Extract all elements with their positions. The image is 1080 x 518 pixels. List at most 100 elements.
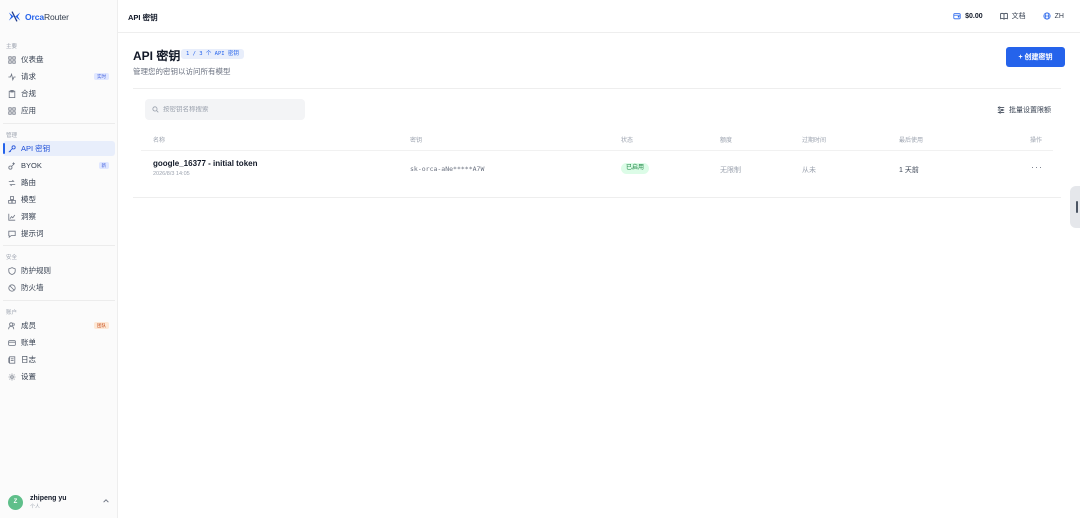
bulk-limit-button[interactable]: 批量设置限额 <box>997 105 1051 115</box>
sidebar-item-logs[interactable]: 日志 <box>3 352 115 367</box>
key-name: google_16377 - initial token <box>153 159 258 168</box>
avatar: Z <box>8 494 23 510</box>
sidebar-item-label: 合规 <box>21 89 36 98</box>
sidebar-item-models[interactable]: 模型 <box>3 192 115 207</box>
sidebar-item-compliance[interactable]: 合规 <box>3 86 115 101</box>
api-keys-table-card: 批量设置限额 名称 密钥 状态 额度 过期时间 最后使用 操作 google_1… <box>133 88 1061 198</box>
sidebar-item-apps[interactable]: 应用 <box>3 103 115 118</box>
sidebar-item-label: 洞察 <box>21 212 36 221</box>
sidebar-divider <box>3 245 115 246</box>
sliders-icon <box>997 106 1005 114</box>
message-icon <box>7 229 16 238</box>
clipboard-icon <box>7 89 16 98</box>
table-row-separator <box>141 150 1053 151</box>
column-header-actions: 操作 <box>1030 138 1043 144</box>
key-limit: 无限制 <box>720 167 741 174</box>
sidebar-item-label: 提示词 <box>21 229 44 238</box>
section-label-account: 账户 <box>6 310 18 316</box>
sidebar-item-label: 成员 <box>21 321 36 330</box>
key-icon <box>7 144 16 153</box>
page-title: API 密钥 <box>133 49 181 63</box>
shield-icon <box>7 266 16 275</box>
key-expiry: 从未 <box>802 167 816 174</box>
sidebar-item-insights[interactable]: 洞察 <box>3 209 115 224</box>
bulk-limit-label: 批量设置限额 <box>1009 107 1051 114</box>
team-badge: 团队 <box>94 322 109 329</box>
user-name: zhipeng yu <box>30 494 67 502</box>
live-badge: 实时 <box>94 73 109 80</box>
column-header-key: 密钥 <box>410 138 423 144</box>
key-last-used: 1 天前 <box>899 167 919 174</box>
cubes-icon <box>7 195 16 204</box>
language-switcher[interactable]: ZH <box>1043 12 1064 20</box>
scroll-icon <box>7 355 16 364</box>
sidebar-item-firewall[interactable]: 防火墙 <box>3 280 115 295</box>
create-key-button[interactable]: + 创建密钥 <box>1006 47 1065 67</box>
sidebar-item-requests[interactable]: 请求 实时 <box>3 69 115 84</box>
sidebar-item-label: 应用 <box>21 106 36 115</box>
sidebar-item-byok[interactable]: BYOK 新 <box>3 158 115 173</box>
key-plus-icon <box>7 161 16 170</box>
column-header-last-used: 最后使用 <box>899 138 924 144</box>
sidebar-item-label: 账单 <box>21 338 36 347</box>
sidebar-item-label: BYOK <box>21 161 42 170</box>
docs-link[interactable]: 文档 <box>999 11 1026 21</box>
orca-logo-icon <box>8 11 21 22</box>
chevron-up-icon[interactable] <box>102 497 110 505</box>
column-header-limit: 额度 <box>720 138 733 144</box>
sidebar-item-api-keys[interactable]: API 密钥 <box>3 141 115 156</box>
sidebar-divider <box>3 300 115 301</box>
search-input[interactable] <box>163 106 303 113</box>
balance-amount: $0.00 <box>965 12 983 20</box>
top-actions: $0.00 文档 ZH <box>953 11 1064 21</box>
section-label-manage: 管理 <box>6 133 18 139</box>
gear-icon <box>7 372 16 381</box>
key-created-date: 2026/8/3 14:05 <box>153 171 190 177</box>
sidebar-item-label: 请求 <box>21 72 36 81</box>
row-actions-menu[interactable]: ··· <box>1031 162 1043 172</box>
search-box[interactable] <box>145 99 305 120</box>
breadcrumb: API 密钥 <box>128 13 158 22</box>
key-count-badge: 1 / 3 个 API 密钥 <box>181 49 244 59</box>
page-subtitle: 管理您的密钥以访问所有模型 <box>133 67 231 76</box>
sidebar-item-label: 设置 <box>21 372 36 381</box>
route-icon <box>7 178 16 187</box>
dashboard-grid-icon <box>7 55 16 64</box>
section-label-main: 主要 <box>6 44 18 50</box>
sidebar: OrcaRouter 主要 仪表盘 请求 实时 合规 应用 管理 API 密钥 … <box>0 0 118 518</box>
activity-icon <box>7 72 16 81</box>
sidebar-item-label: 仪表盘 <box>21 55 44 64</box>
column-header-name: 名称 <box>153 138 166 144</box>
side-drawer-handle[interactable] <box>1070 186 1080 228</box>
sidebar-item-billing[interactable]: 账单 <box>3 335 115 350</box>
users-icon <box>7 321 16 330</box>
status-badge: 已启用 <box>621 163 650 174</box>
top-bar: API 密钥 $0.00 文档 ZH <box>118 0 1080 33</box>
globe-icon <box>1043 12 1051 20</box>
wallet-icon <box>953 13 961 20</box>
user-menu[interactable]: Z zhipeng yu 个人 <box>8 491 112 513</box>
chart-icon <box>7 212 16 221</box>
ban-icon <box>7 283 16 292</box>
sidebar-item-members[interactable]: 成员 团队 <box>3 318 115 333</box>
sidebar-item-label: 路由 <box>21 178 36 187</box>
sidebar-divider <box>3 123 115 124</box>
sidebar-item-dashboard[interactable]: 仪表盘 <box>3 52 115 67</box>
sidebar-item-guard-rules[interactable]: 防护规则 <box>3 263 115 278</box>
apps-grid-icon <box>7 106 16 115</box>
sidebar-item-label: 防护规则 <box>21 266 51 275</box>
sidebar-item-label: 防火墙 <box>21 283 44 292</box>
user-role: 个人 <box>30 503 41 510</box>
credit-card-icon <box>7 338 16 347</box>
brand[interactable]: OrcaRouter <box>8 10 69 23</box>
balance-button[interactable]: $0.00 <box>953 12 983 20</box>
book-icon <box>999 12 1008 20</box>
language-label: ZH <box>1054 12 1064 20</box>
sidebar-item-settings[interactable]: 设置 <box>3 369 115 384</box>
brand-name: OrcaRouter <box>25 11 69 22</box>
user-info: zhipeng yu 个人 <box>30 495 67 510</box>
column-header-expiry: 过期时间 <box>802 138 827 144</box>
key-value[interactable]: sk-orca-aNe*****A7W <box>410 165 484 173</box>
sidebar-item-routing[interactable]: 路由 <box>3 175 115 190</box>
sidebar-item-prompts[interactable]: 提示词 <box>3 226 115 241</box>
